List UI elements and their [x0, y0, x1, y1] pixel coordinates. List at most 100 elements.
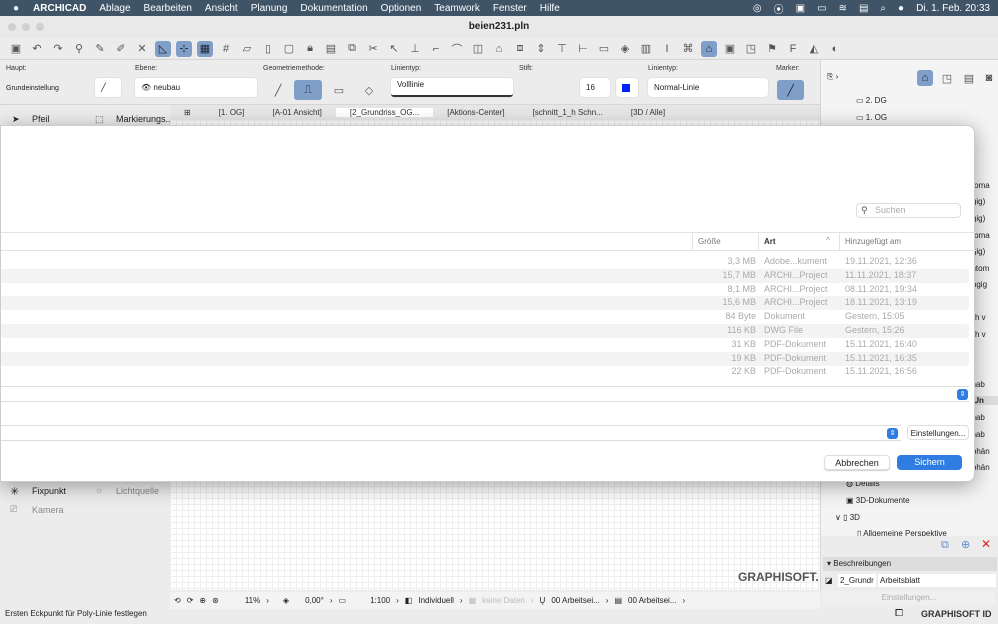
linetype-select[interactable]: Volllinie: [391, 78, 513, 97]
cross-icon[interactable]: ✕: [134, 41, 150, 57]
new-view-icon[interactable]: ⊕: [961, 538, 970, 551]
layout-book-icon[interactable]: ◳: [743, 41, 759, 57]
tab-schnitt[interactable]: [schnitt_1_h Schn...: [519, 108, 617, 117]
menu-planung[interactable]: Planung: [251, 3, 288, 14]
trim-icon[interactable]: ⊥: [407, 41, 423, 57]
column-added[interactable]: Hinzugefügt am: [845, 237, 901, 246]
view-map-tab-icon[interactable]: ◳: [939, 70, 955, 86]
tool-lichtquelle[interactable]: Lichtquelle: [116, 486, 159, 496]
marker-button[interactable]: ╱: [777, 80, 804, 100]
split-icon[interactable]: ◫: [470, 41, 486, 57]
line-category-select[interactable]: Normal-Linie: [648, 78, 768, 97]
elevate-icon[interactable]: ⊤: [554, 41, 570, 57]
grid-icon[interactable]: #: [218, 41, 234, 57]
menu-teamwork[interactable]: Teamwork: [434, 3, 480, 14]
structure-value[interactable]: keine Daten: [482, 596, 525, 605]
line-preview-button[interactable]: ╱: [95, 78, 121, 97]
adjust-icon[interactable]: ↖: [386, 41, 402, 57]
column-kind[interactable]: Art: [764, 237, 776, 246]
file-row[interactable]: 116 KB DWG File Gestern, 15:26: [1, 324, 969, 338]
angle-value[interactable]: 0,00°: [305, 596, 324, 605]
nav-item-2dg[interactable]: ▭ 2. DG: [856, 96, 887, 105]
layout-book-tab-icon[interactable]: ▤: [961, 70, 977, 86]
zoom-forward-icon[interactable]: ⟳: [187, 596, 194, 605]
tool-fixpunkt[interactable]: Fixpunkt: [32, 486, 66, 496]
scissors-icon[interactable]: ✂: [365, 41, 381, 57]
menu-ablage[interactable]: Ablage: [99, 3, 130, 14]
grid-snap-icon[interactable]: ▦: [197, 40, 213, 57]
tab-ansicht[interactable]: [A-01 Ansicht]: [259, 108, 336, 117]
zoom-back-icon[interactable]: ⟲: [174, 596, 181, 605]
pen-color-swatch[interactable]: [616, 78, 638, 97]
format-popup[interactable]: ⇕: [1, 425, 901, 441]
settings-button[interactable]: Einstellungen...: [907, 425, 969, 440]
status-icon[interactable]: ◎: [753, 3, 762, 14]
file-row[interactable]: 19 KB PDF-Dokument 15.11.2021, 16:35: [1, 351, 969, 366]
dimension-icon[interactable]: ⊢: [575, 41, 591, 57]
eyedropper-icon[interactable]: ✎: [92, 41, 108, 57]
undo-icon[interactable]: ↶: [29, 41, 45, 57]
guide-lines-icon[interactable]: ◺: [155, 40, 171, 57]
pen-number-input[interactable]: 16: [580, 78, 610, 97]
file-row[interactable]: 15,7 MB ARCHI...Project 11.11.2021, 18:37: [1, 268, 969, 283]
view-icon[interactable]: ▢: [281, 41, 297, 57]
beam-icon[interactable]: I: [659, 41, 675, 57]
search-input[interactable]: ⚲ Suchen: [856, 203, 961, 218]
hatch-icon[interactable]: ▥: [638, 41, 654, 57]
save-icon[interactable]: ▣: [8, 41, 24, 57]
play-icon[interactable]: ⦿: [774, 1, 784, 16]
clock[interactable]: Di. 1. Feb. 20:33: [916, 3, 990, 14]
nav-item-3d[interactable]: ∨ ▯ 3D: [835, 513, 860, 522]
search-icon[interactable]: ⌕: [880, 3, 886, 14]
battery-icon[interactable]: ▭: [817, 3, 826, 14]
navigator-settings-button[interactable]: Einstellungen...: [823, 591, 995, 605]
tab-grundriss[interactable]: [2_Grundriss_OG...: [335, 108, 434, 117]
graphisoft-id[interactable]: GRAPHISOFT ID: [921, 609, 992, 619]
corner-icon[interactable]: ⌐: [428, 41, 444, 57]
group-icon[interactable]: ⧉: [344, 41, 360, 57]
nav-item-1og[interactable]: ▭ 1. OG: [856, 113, 887, 122]
view-id-field[interactable]: 2_Grundr: [838, 574, 876, 587]
scale-value[interactable]: 1:100: [370, 596, 390, 605]
menu-dokumentation[interactable]: Dokumentation: [300, 3, 367, 14]
fillet-icon[interactable]: ⌒: [449, 41, 465, 57]
project-map-tab-icon[interactable]: ⌂: [917, 70, 933, 86]
file-row[interactable]: 8,1 MB ARCHI...Project 08.11.2021, 19:34: [1, 283, 969, 297]
calendar-tool-icon[interactable]: ▤: [323, 41, 339, 57]
pen-set-value[interactable]: 00 Arbeitsei...: [551, 596, 599, 605]
roof-icon[interactable]: ⌂: [491, 41, 507, 57]
file-row[interactable]: 3,3 MB Adobe...kument 19.11.2021, 12:36: [1, 255, 969, 269]
project-map-icon[interactable]: ⌂: [701, 40, 717, 57]
layer-select[interactable]: 👁︎ neubau: [135, 78, 257, 97]
user-icon[interactable]: ●: [898, 3, 904, 14]
file-row[interactable]: 15,6 MB ARCHI...Project 18.11.2021, 13:19: [1, 296, 969, 311]
window-icon[interactable]: ⧠: [895, 608, 903, 619]
view-name-field[interactable]: Arbeitsblatt: [878, 574, 996, 587]
menu-fenster[interactable]: Fenster: [493, 3, 527, 14]
publisher-tab-icon[interactable]: ◙: [981, 70, 997, 86]
redo-icon[interactable]: ↷: [50, 41, 66, 57]
layer-icon[interactable]: ▱: [239, 41, 255, 57]
snap-icon[interactable]: ⊹: [176, 40, 192, 57]
beschreibungen-header[interactable]: ▾ Beschreibungen: [823, 557, 997, 571]
tab-1-og[interactable]: [1. OG]: [205, 108, 259, 117]
flag-icon[interactable]: ⚑: [764, 41, 780, 57]
file-row[interactable]: 31 KB PDF-Dokument 15.11.2021, 16:40: [1, 338, 969, 352]
tag-icon[interactable]: ⌘: [680, 41, 696, 57]
column-size[interactable]: Größe: [698, 237, 721, 246]
zoom-window-button[interactable]: [36, 23, 44, 31]
tab-overview-icon[interactable]: ⊞: [170, 108, 205, 117]
control-center-icon[interactable]: ▤: [859, 3, 868, 14]
magic-wand-icon[interactable]: ⚲: [71, 41, 87, 57]
rectangle-icon[interactable]: ▭: [331, 82, 347, 98]
organizer-icon[interactable]: ◐: [827, 41, 843, 57]
nav-item-3d-dokumente[interactable]: ▣ 3D-Dokumente: [846, 496, 910, 505]
file-row[interactable]: 84 Byte Dokument Gestern, 15:05: [1, 310, 969, 324]
navigator-menu-icon[interactable]: ⎘ ›: [827, 72, 838, 82]
rotated-rectangle-icon[interactable]: ◇: [361, 82, 377, 98]
model-view-value[interactable]: 00 Arbeitsei...: [628, 596, 676, 605]
elevation-icon[interactable]: ◭: [806, 41, 822, 57]
minimize-window-button[interactable]: [22, 23, 30, 31]
calendar-icon[interactable]: ▣: [796, 3, 805, 14]
tool-kamera[interactable]: Kamera: [32, 505, 64, 515]
